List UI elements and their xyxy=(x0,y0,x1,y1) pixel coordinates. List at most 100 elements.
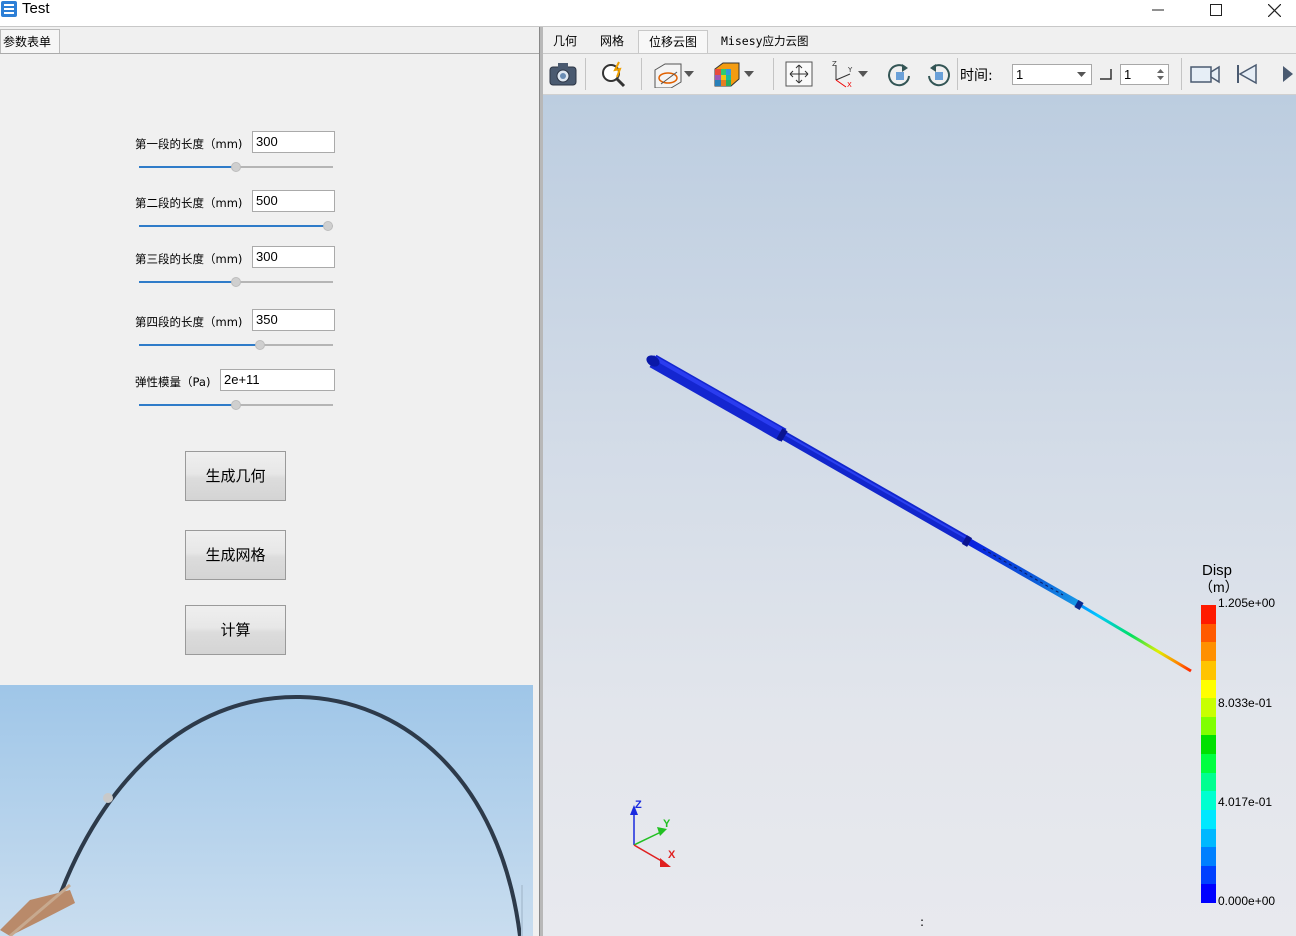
tab-displacement-contour[interactable]: 位移云图 xyxy=(638,30,708,53)
segment-3-length-input[interactable]: 300 xyxy=(252,246,335,268)
spin-arrows-icon xyxy=(1157,69,1164,80)
svg-text:Z: Z xyxy=(832,60,837,68)
clip-plane-button[interactable] xyxy=(651,58,683,90)
clip-plane-dropdown[interactable] xyxy=(681,58,697,90)
legend-color-band xyxy=(1201,772,1216,792)
right-tab-bar: 几何 网格 位移云图 Misesy应力云图 xyxy=(543,27,1296,54)
segment-2-length-input[interactable]: 500 xyxy=(252,190,335,212)
tab-geometry[interactable]: 几何 xyxy=(553,30,583,53)
slider-fill xyxy=(139,166,236,168)
step-spinbox[interactable]: 1 xyxy=(1120,64,1169,85)
slider-thumb[interactable] xyxy=(323,221,333,231)
segment-3-length-slider[interactable] xyxy=(139,275,333,289)
axis-view-button[interactable]: Z YX xyxy=(825,58,857,90)
results-panel: 几何 网格 位移云图 Misesy应力云图 ZYX 时间: 1 1 Z Y X … xyxy=(543,27,1296,936)
chevron-down-icon xyxy=(744,71,754,77)
close-button[interactable] xyxy=(1251,0,1296,20)
param-label-elastic-modulus: 弹性模量（Pa) xyxy=(135,375,211,389)
rotate-right-icon xyxy=(928,64,950,87)
window-title: Test xyxy=(22,0,50,17)
fit-view-icon xyxy=(785,61,813,87)
chevron-down-icon xyxy=(858,71,868,77)
compute-button[interactable]: 计算 xyxy=(185,605,286,655)
play-icon xyxy=(1283,66,1293,82)
app-icon xyxy=(1,1,17,17)
legend-color-band xyxy=(1201,716,1216,736)
left-tab-bar: 参数表单 xyxy=(0,27,540,54)
record-video-button[interactable] xyxy=(1189,58,1221,90)
colored-cube-icon xyxy=(714,62,740,87)
time-select[interactable]: 1 xyxy=(1012,64,1092,85)
rotate-right-button[interactable] xyxy=(923,58,955,90)
y-axis-line xyxy=(633,831,662,846)
camera-icon xyxy=(549,63,577,86)
legend-color-band xyxy=(1201,828,1216,848)
legend-color-bar xyxy=(1201,605,1216,903)
render-style-dropdown[interactable] xyxy=(741,58,757,90)
screenshot-button[interactable] xyxy=(547,58,579,90)
parameter-panel: 参数表单 第一段的长度（mm) 300 第二段的长度（mm) 500 第三段的长… xyxy=(0,27,540,936)
skip-back-icon xyxy=(1237,63,1257,85)
legend-label-3: 4.017e-01 xyxy=(1218,795,1273,809)
slider-thumb[interactable] xyxy=(231,277,241,287)
title-bar: Test xyxy=(0,0,1296,27)
clip-plane-icon xyxy=(654,63,682,88)
tab-mises-stress-contour[interactable]: Misesy应力云图 xyxy=(721,30,821,53)
tab-parameter-form[interactable]: 参数表单 xyxy=(0,29,60,53)
legend-max-label: 1.205e+00 xyxy=(1218,596,1276,610)
axis-triad: Z Y X xyxy=(630,799,676,867)
maximize-button[interactable] xyxy=(1193,0,1239,20)
legend-color-band xyxy=(1201,809,1216,829)
fit-view-button[interactable] xyxy=(783,58,815,90)
svg-text:X: X xyxy=(847,81,852,88)
next-button[interactable] xyxy=(1278,58,1296,90)
legend-color-band xyxy=(1201,698,1216,717)
param-label-segment-1: 第一段的长度（mm) xyxy=(135,137,243,151)
legend-color-band xyxy=(1201,847,1216,866)
chevron-down-icon xyxy=(1077,72,1086,77)
zoom-tool-button[interactable] xyxy=(598,58,630,90)
step-icon xyxy=(1100,69,1112,80)
legend-color-band xyxy=(1201,884,1216,903)
first-frame-button[interactable] xyxy=(1231,58,1263,90)
maximize-icon xyxy=(1210,4,1222,16)
minimize-button[interactable] xyxy=(1135,0,1181,20)
elastic-modulus-slider[interactable] xyxy=(139,398,333,412)
generate-mesh-button[interactable]: 生成网格 xyxy=(185,530,286,580)
segment-1-length-slider[interactable] xyxy=(139,160,333,174)
param-label-segment-4: 第四段的长度（mm) xyxy=(135,315,243,329)
segment-2-length-slider[interactable] xyxy=(139,219,333,233)
render-style-button[interactable] xyxy=(711,58,743,90)
slider-thumb[interactable] xyxy=(254,340,265,350)
close-icon xyxy=(1267,3,1281,17)
minimize-icon xyxy=(1152,9,1164,11)
generate-geometry-button[interactable]: 生成几何 xyxy=(185,451,286,501)
segment-1-length-input[interactable]: 300 xyxy=(252,131,335,153)
segment-4-length-input[interactable]: 350 xyxy=(252,309,335,331)
video-camera-icon xyxy=(1190,65,1220,84)
rotate-left-icon xyxy=(888,64,910,87)
legend-color-band xyxy=(1201,735,1216,754)
3d-viewport[interactable]: Z Y X Disp （m） 1.205e+00 8.033e-01 4.017… xyxy=(543,95,1296,936)
param-label-segment-3: 第三段的长度（mm) xyxy=(135,252,243,266)
status-mark: : xyxy=(920,915,925,929)
slider-fill xyxy=(139,225,328,227)
slider-thumb[interactable] xyxy=(231,400,241,410)
viewer-toolbar: Z YX 时间: 1 1 xyxy=(543,54,1296,95)
x-axis-label: X xyxy=(668,849,676,861)
magnifier-icon xyxy=(602,61,626,88)
slider-thumb[interactable] xyxy=(231,162,241,172)
rotate-left-button[interactable] xyxy=(883,58,915,90)
axis-view-dropdown[interactable] xyxy=(855,58,871,90)
step-spinbox-value: 1 xyxy=(1124,67,1132,82)
segment-4-length-slider[interactable] xyxy=(139,338,333,352)
slider-fill xyxy=(139,344,260,346)
legend-color-band xyxy=(1201,679,1216,699)
legend-color-band xyxy=(1201,754,1216,773)
tab-mesh[interactable]: 网格 xyxy=(600,30,630,53)
legend-min-label: 0.000e+00 xyxy=(1218,894,1276,908)
svg-text:Y: Y xyxy=(847,66,853,74)
legend-color-band xyxy=(1201,605,1216,624)
legend-unit: （m） xyxy=(1199,579,1239,595)
elastic-modulus-input[interactable]: 2e+11 xyxy=(220,369,335,391)
